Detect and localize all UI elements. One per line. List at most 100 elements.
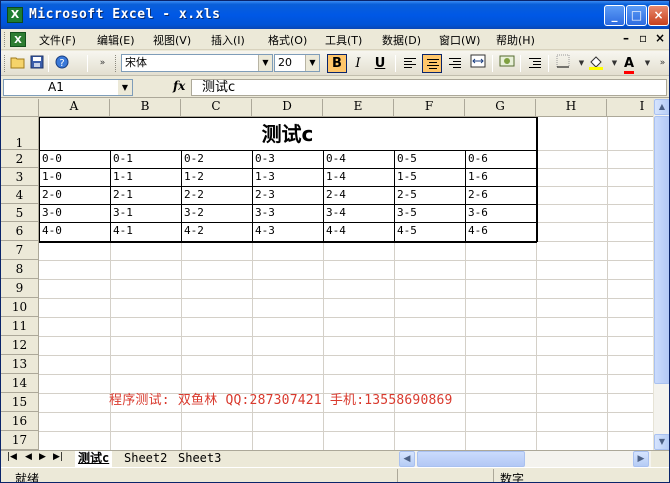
row-header-11[interactable]: 11 <box>1 317 39 336</box>
data-cell[interactable]: 4-1 <box>111 222 181 240</box>
column-header-a[interactable]: A <box>39 99 110 117</box>
data-cell[interactable]: 1-2 <box>182 168 252 186</box>
row-header-12[interactable]: 12 <box>1 336 39 355</box>
indent-button[interactable] <box>525 54 545 73</box>
sheet-tab-active[interactable]: 测试c <box>75 451 113 467</box>
column-header-e[interactable]: E <box>323 99 394 117</box>
borders-button[interactable] <box>553 54 573 73</box>
doc-minimize-button[interactable]: – <box>623 31 629 45</box>
scroll-up-icon[interactable]: ▲ <box>654 99 669 115</box>
align-left-button[interactable] <box>400 54 420 73</box>
toolbar-options-icon[interactable]: » <box>654 55 669 72</box>
fill-color-button[interactable] <box>586 54 606 73</box>
row-header-7[interactable]: 7 <box>1 241 39 260</box>
row-header-13[interactable]: 13 <box>1 355 39 374</box>
column-header-f[interactable]: F <box>394 99 465 117</box>
menu-data[interactable]: 数据(D) <box>382 32 421 48</box>
row-header-1[interactable]: 1 <box>1 117 39 150</box>
insert-function-icon[interactable]: fx <box>173 79 185 93</box>
data-cell[interactable]: 0-1 <box>111 150 181 168</box>
data-cell[interactable]: 1-6 <box>466 168 536 186</box>
data-cell[interactable]: 2-3 <box>253 186 323 204</box>
row-header-3[interactable]: 3 <box>1 168 39 186</box>
data-cell[interactable]: 4-2 <box>182 222 252 240</box>
column-header-h[interactable]: H <box>536 99 607 117</box>
chevron-down-icon[interactable]: ▼ <box>258 55 272 71</box>
data-cell[interactable]: 0-4 <box>324 150 394 168</box>
data-cell[interactable]: 0-2 <box>182 150 252 168</box>
name-box[interactable]: A1 ▼ <box>3 79 133 96</box>
data-cell[interactable]: 2-4 <box>324 186 394 204</box>
sheet-tab[interactable]: Sheet3 <box>175 451 224 467</box>
close-button[interactable]: × <box>648 5 669 26</box>
data-cell[interactable]: 3-0 <box>40 204 110 222</box>
vertical-scroll-thumb[interactable] <box>654 116 669 384</box>
menu-edit[interactable]: 编辑(E) <box>97 32 135 48</box>
font-name-select[interactable]: 宋体 ▼ <box>121 54 273 72</box>
data-cell[interactable]: 2-1 <box>111 186 181 204</box>
data-cell[interactable]: 4-4 <box>324 222 394 240</box>
first-sheet-icon[interactable]: |◀ <box>7 452 17 462</box>
workbook-icon[interactable]: X <box>10 32 26 47</box>
currency-button[interactable] <box>497 54 517 73</box>
menu-format[interactable]: 格式(O) <box>268 32 307 48</box>
row-header-14[interactable]: 14 <box>1 374 39 393</box>
toolbar-gripper[interactable] <box>4 55 7 72</box>
vertical-scrollbar[interactable]: ▲ ▼ <box>653 99 669 450</box>
doc-restore-button[interactable]: ▫ <box>639 31 647 45</box>
menu-view[interactable]: 视图(V) <box>153 32 191 48</box>
align-center-button[interactable] <box>422 54 442 73</box>
data-cell[interactable]: 0-3 <box>253 150 323 168</box>
data-cell[interactable]: 1-0 <box>40 168 110 186</box>
horizontal-scroll-thumb[interactable] <box>417 451 525 467</box>
data-cell[interactable]: 3-4 <box>324 204 394 222</box>
worksheet-grid[interactable]: A B C D E F G H I 1 2 3 4 5 6 7 8 9 10 11 12 13 14 15 16 17 测试c 0-0… <box>1 99 653 450</box>
data-cell[interactable]: 0-6 <box>466 150 536 168</box>
menu-tools[interactable]: 工具(T) <box>325 32 362 48</box>
menu-insert[interactable]: 插入(I) <box>211 32 245 48</box>
data-cell[interactable]: 2-6 <box>466 186 536 204</box>
title-bar[interactable]: X Microsoft Excel - x.xls _ □ × <box>1 1 669 29</box>
prev-sheet-icon[interactable]: ◀ <box>25 452 32 462</box>
maximize-button[interactable]: □ <box>626 5 647 26</box>
column-header-i[interactable]: I <box>607 99 653 117</box>
merged-title-cell[interactable]: 测试c <box>40 118 535 150</box>
scroll-left-icon[interactable]: ◀ <box>399 451 415 467</box>
sheet-tab[interactable]: Sheet2 <box>121 451 170 467</box>
column-header-d[interactable]: D <box>252 99 323 117</box>
menu-help[interactable]: 帮助(H) <box>496 32 535 48</box>
column-header-g[interactable]: G <box>465 99 536 117</box>
row-header-16[interactable]: 16 <box>1 412 39 431</box>
select-all-corner[interactable] <box>1 99 39 117</box>
scroll-down-icon[interactable]: ▼ <box>654 434 669 450</box>
menu-window[interactable]: 窗口(W) <box>439 32 480 48</box>
format-toolbar-gripper[interactable] <box>115 55 118 72</box>
data-cell[interactable]: 2-0 <box>40 186 110 204</box>
row-header-4[interactable]: 4 <box>1 186 39 204</box>
open-folder-icon[interactable] <box>9 55 26 72</box>
menu-gripper[interactable] <box>4 32 7 47</box>
data-cell[interactable]: 3-3 <box>253 204 323 222</box>
scroll-right-icon[interactable]: ▶ <box>633 451 649 467</box>
row-header-15[interactable]: 15 <box>1 393 39 412</box>
data-cell[interactable]: 3-1 <box>111 204 181 222</box>
row-header-5[interactable]: 5 <box>1 204 39 222</box>
data-cell[interactable]: 2-5 <box>395 186 465 204</box>
doc-close-button[interactable]: × <box>655 31 665 45</box>
toolbar-chevron-icon[interactable]: » <box>94 55 111 72</box>
data-cell[interactable]: 0-5 <box>395 150 465 168</box>
row-header-6[interactable]: 6 <box>1 222 39 241</box>
column-header-b[interactable]: B <box>110 99 181 117</box>
italic-button[interactable]: I <box>348 54 368 73</box>
data-cell[interactable]: 1-1 <box>111 168 181 186</box>
excel-icon[interactable]: X <box>7 7 23 23</box>
data-cell[interactable]: 1-4 <box>324 168 394 186</box>
data-cell[interactable]: 0-0 <box>40 150 110 168</box>
data-cell[interactable]: 4-0 <box>40 222 110 240</box>
align-right-button[interactable] <box>445 54 465 73</box>
menu-file[interactable]: 文件(F) <box>39 32 76 48</box>
column-header-c[interactable]: C <box>181 99 252 117</box>
data-cell[interactable]: 1-5 <box>395 168 465 186</box>
row-header-8[interactable]: 8 <box>1 260 39 279</box>
bold-button[interactable]: B <box>327 54 347 73</box>
